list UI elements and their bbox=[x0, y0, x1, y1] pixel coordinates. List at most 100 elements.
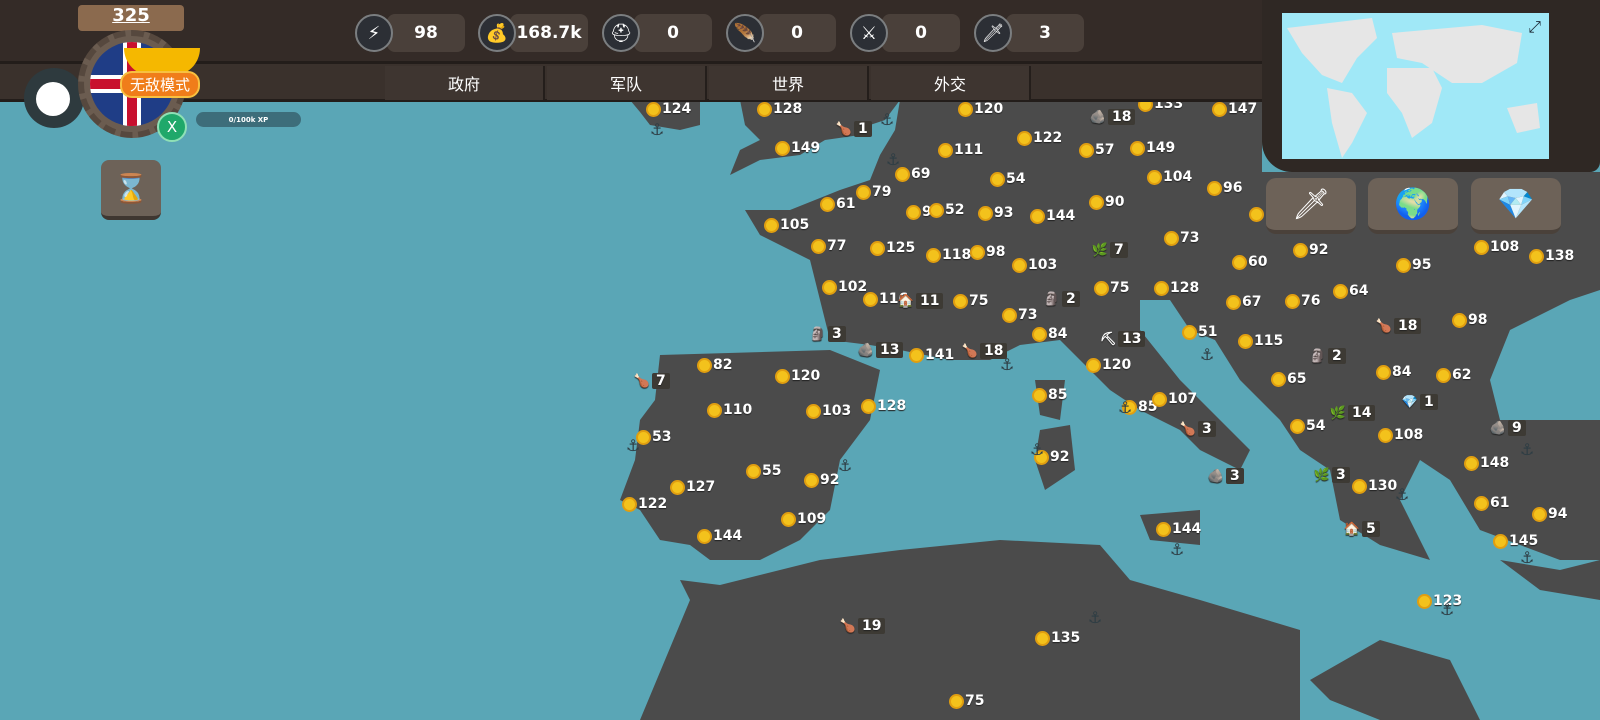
stone-resource-label[interactable]: 🪨 9 bbox=[1490, 420, 1526, 436]
coin-tile-label[interactable]: 51 bbox=[1182, 324, 1217, 340]
coin-tile-label[interactable]: 122 bbox=[622, 496, 667, 512]
diamond-resource-label[interactable]: 💎 1 bbox=[1402, 394, 1438, 410]
stone-resource-label[interactable]: 🪨 13 bbox=[858, 342, 904, 358]
herb-resource-label[interactable]: 🌿 3 bbox=[1314, 467, 1350, 483]
coin-tile-label[interactable]: 85 bbox=[1032, 387, 1067, 403]
coin-tile-label[interactable]: 120 bbox=[1086, 357, 1131, 373]
coin-tile-label[interactable]: 111 bbox=[938, 142, 983, 158]
coin-tile-label[interactable]: 98 bbox=[970, 244, 1005, 260]
coin-tile-label[interactable]: 96 bbox=[1207, 180, 1242, 196]
port-anchor-icon[interactable]: ⚓ bbox=[880, 110, 894, 129]
coin-tile-label[interactable]: 64 bbox=[1333, 283, 1368, 299]
coin-tile-label[interactable]: 120 bbox=[958, 101, 1003, 117]
coin-tile-label[interactable]: 90 bbox=[1089, 194, 1124, 210]
port-anchor-icon[interactable]: ⚓ bbox=[650, 120, 664, 139]
coin-tile-label[interactable]: 144 bbox=[697, 528, 742, 544]
coin-tile-label[interactable]: 103 bbox=[806, 403, 851, 419]
coin-tile-label[interactable]: 122 bbox=[1017, 130, 1062, 146]
coin-tile-label[interactable]: 135 bbox=[1035, 630, 1080, 646]
coin-tile-label[interactable]: 124 bbox=[646, 101, 691, 117]
tab-world[interactable]: 世界 bbox=[709, 66, 869, 100]
meat-resource-label[interactable]: 🍗 19 bbox=[840, 618, 886, 634]
hourglass-button[interactable]: ⌛ bbox=[101, 160, 161, 220]
minimap[interactable]: ⤢ bbox=[1262, 0, 1600, 172]
coin-tile-label[interactable]: 82 bbox=[697, 357, 732, 373]
coin-tile-label[interactable]: 95 bbox=[1396, 257, 1431, 273]
coin-tile-label[interactable]: 149 bbox=[775, 140, 820, 156]
coin-tile-label[interactable]: 55 bbox=[746, 463, 781, 479]
coin-tile-label[interactable]: 60 bbox=[1232, 254, 1267, 270]
port-anchor-icon[interactable]: ⚓ bbox=[1200, 345, 1214, 364]
port-anchor-icon[interactable]: ⚓ bbox=[1000, 355, 1014, 374]
coin-tile-label[interactable]: 62 bbox=[1436, 367, 1471, 383]
resource-helmet[interactable]: ⛑ 0 bbox=[602, 12, 712, 54]
meat-resource-label[interactable]: 🍗 7 bbox=[634, 373, 670, 389]
shop-button[interactable]: 💎 bbox=[1471, 178, 1561, 234]
joystick[interactable] bbox=[24, 68, 84, 128]
invincible-mode-badge[interactable]: 无敌模式 bbox=[120, 71, 201, 98]
tab-army[interactable]: 军队 bbox=[547, 66, 707, 100]
coin-tile-label[interactable]: 79 bbox=[856, 184, 891, 200]
coin-tile-label[interactable]: 77 bbox=[811, 238, 846, 254]
resource-feather[interactable]: 🪶 0 bbox=[726, 12, 836, 54]
coin-tile-label[interactable]: 75 bbox=[949, 693, 984, 709]
stone-resource-label[interactable]: 🪨 3 bbox=[1208, 468, 1244, 484]
coin-tile-label[interactable]: 105 bbox=[764, 217, 809, 233]
coin-tile-label[interactable]: 109 bbox=[781, 511, 826, 527]
coin-tile-label[interactable]: 73 bbox=[1002, 307, 1037, 323]
coin-tile-label[interactable]: 61 bbox=[820, 196, 855, 212]
coin-tile-label[interactable]: 108 bbox=[1378, 427, 1423, 443]
minimap-view[interactable]: ⤢ bbox=[1282, 13, 1549, 159]
coin-tile-label[interactable]: 149 bbox=[1130, 140, 1175, 156]
coin-tile-label[interactable]: 52 bbox=[929, 202, 964, 218]
resource-lightning[interactable]: ⚡ 98 bbox=[355, 12, 465, 54]
coin-tile-label[interactable]: 120 bbox=[775, 368, 820, 384]
coin-tile-label[interactable]: 107 bbox=[1152, 391, 1197, 407]
coin-tile-label[interactable]: 53 bbox=[636, 429, 671, 445]
port-anchor-icon[interactable]: ⚓ bbox=[1440, 600, 1454, 619]
coin-tile-label[interactable]: 128 bbox=[757, 101, 802, 117]
ore-resource-label[interactable]: ⛏ 13 bbox=[1100, 331, 1146, 347]
face-resource-label[interactable]: 🗿 2 bbox=[1310, 348, 1346, 364]
port-anchor-icon[interactable]: ⚓ bbox=[886, 150, 900, 169]
coin-tile-label[interactable]: 67 bbox=[1226, 294, 1261, 310]
coin-tile-label[interactable]: 84 bbox=[1032, 326, 1067, 342]
face-resource-label[interactable]: 🗿 2 bbox=[1044, 291, 1080, 307]
world-button[interactable]: 🌍 bbox=[1368, 178, 1458, 234]
coin-tile-label[interactable]: 138 bbox=[1529, 248, 1574, 264]
coin-tile-label[interactable]: 84 bbox=[1376, 364, 1411, 380]
coin-tile-label[interactable]: 65 bbox=[1271, 371, 1306, 387]
close-button[interactable]: X bbox=[157, 112, 187, 142]
port-anchor-icon[interactable]: ⚓ bbox=[1030, 440, 1044, 459]
resource-coins[interactable]: 💰 168.7k bbox=[478, 12, 588, 54]
coin-tile-label[interactable]: 102 bbox=[822, 279, 867, 295]
town-resource-label[interactable]: 🏠 11 bbox=[898, 293, 944, 309]
coin-tile-label[interactable]: 118 bbox=[926, 247, 971, 263]
tab-diplomacy[interactable]: 外交 bbox=[871, 66, 1031, 100]
port-anchor-icon[interactable]: ⚓ bbox=[1170, 540, 1184, 559]
coin-tile-label[interactable]: 148 bbox=[1464, 455, 1509, 471]
coin-tile-label[interactable]: 130 bbox=[1352, 478, 1397, 494]
coin-tile-label[interactable]: 76 bbox=[1285, 293, 1320, 309]
meat-resource-label[interactable]: 🍗 3 bbox=[1180, 421, 1216, 437]
coin-tile-label[interactable]: 92 bbox=[804, 472, 839, 488]
coin-tile-label[interactable]: 61 bbox=[1474, 495, 1509, 511]
coin-tile-label[interactable]: 128 bbox=[861, 398, 906, 414]
coin-tile-label[interactable]: 110 bbox=[707, 402, 752, 418]
coin-tile-label[interactable]: 144 bbox=[1030, 208, 1075, 224]
coin-tile-label[interactable]: 115 bbox=[1238, 333, 1283, 349]
joystick-knob[interactable] bbox=[36, 82, 70, 116]
port-anchor-icon[interactable]: ⚓ bbox=[1520, 548, 1534, 567]
coin-tile-label[interactable]: 57 bbox=[1079, 142, 1114, 158]
attack-button[interactable]: 🗡 bbox=[1266, 178, 1356, 234]
coin-tile-label[interactable]: 54 bbox=[990, 171, 1025, 187]
port-anchor-icon[interactable]: ⚓ bbox=[838, 456, 852, 475]
coin-tile-label[interactable]: 108 bbox=[1474, 239, 1519, 255]
coin-tile-label[interactable]: 93 bbox=[978, 205, 1013, 221]
herb-resource-label[interactable]: 🌿 7 bbox=[1092, 242, 1128, 258]
coin-tile-label[interactable]: 128 bbox=[1154, 280, 1199, 296]
coin-tile-label[interactable]: 94 bbox=[1532, 506, 1567, 522]
coin-tile-label[interactable]: 145 bbox=[1493, 533, 1538, 549]
coin-tile-label[interactable]: 75 bbox=[1094, 280, 1129, 296]
stone-resource-label[interactable]: 🪨 18 bbox=[1090, 109, 1136, 125]
